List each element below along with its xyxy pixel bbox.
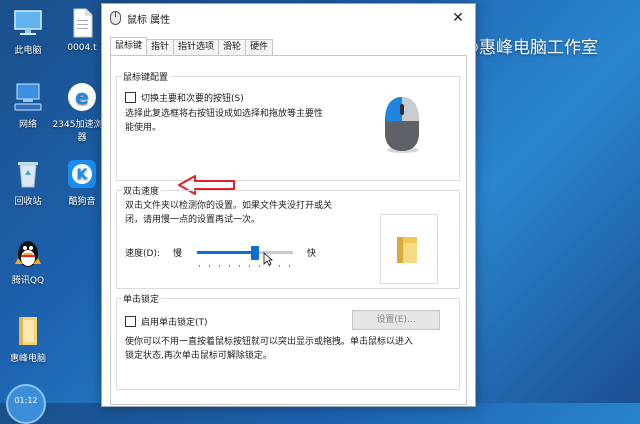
desktop-icon-recycle-bin[interactable]: 回收站 xyxy=(0,157,58,207)
desktop-icon-label: 此电脑 xyxy=(14,46,42,56)
click-lock-group: 单击锁定 启用单击锁定(T) 设置(E)... 使你可以不用一直按着鼠标按钮就可… xyxy=(116,292,460,390)
switch-buttons-label: 切换主要和次要的按钮(S) xyxy=(141,94,244,104)
desktop-icon-label: 0004.t xyxy=(67,43,97,53)
svg-text:K: K xyxy=(77,167,89,183)
desktop-icon-qq[interactable]: 腾讯QQ xyxy=(0,236,58,286)
tab-buttons[interactable]: 鼠标键 xyxy=(110,37,148,55)
double-click-test-area[interactable] xyxy=(380,214,438,284)
tab-panel-buttons: 鼠标键配置 切换主要和次要的按钮(S) 选择此复选框将右按钮设成如选择和拖放等主… xyxy=(110,55,467,405)
click-lock-row[interactable]: 启用单击锁定(T) xyxy=(125,315,208,328)
desktop-icon-folder[interactable]: 惠峰电脑 xyxy=(0,314,58,364)
browser-e-icon: e xyxy=(65,80,99,114)
mouse-cursor-icon xyxy=(263,252,274,269)
slider-ticks xyxy=(199,265,295,267)
speed-label: 速度(D): xyxy=(125,249,160,259)
click-lock-settings-button[interactable]: 设置(E)... xyxy=(352,310,440,330)
folder-icon xyxy=(11,314,45,348)
desktop-icon-network[interactable]: 网络 xyxy=(0,80,58,130)
slider-fill xyxy=(197,251,255,254)
desktop-icon-label: 酷狗音 xyxy=(68,197,96,207)
computer-icon xyxy=(11,6,45,40)
qq-penguin-icon xyxy=(11,236,45,270)
click-lock-desc-line1: 使你可以不用一直按着鼠标按钮就可以突出显示或拖拽。单击鼠标以进入 xyxy=(125,337,414,347)
recycle-bin-icon xyxy=(11,157,45,191)
tab-hardware[interactable]: 硬件 xyxy=(245,39,274,55)
desktop-icon-this-pc[interactable]: 此电脑 xyxy=(0,6,58,56)
button-config-description: 选择此复选框将右按钮设成如选择和拖放等主要性 能使用。 xyxy=(125,107,365,135)
button-config-group: 鼠标键配置 切换主要和次要的按钮(S) 选择此复选框将右按钮设成如选择和拖放等主… xyxy=(116,70,460,181)
tab-strip: 鼠标键 指针 指针选项 滑轮 硬件 xyxy=(110,37,274,55)
click-lock-title: 单击锁定 xyxy=(121,292,162,305)
mouse-app-icon xyxy=(110,11,121,25)
desktop-icon-label: 回收站 xyxy=(14,197,42,207)
network-icon xyxy=(11,80,45,114)
watermark-text: @惠峰电脑工作室 xyxy=(462,38,598,58)
click-lock-desc-line2: 锁定状态,再次单击鼠标可解除锁定。 xyxy=(125,351,272,361)
switch-buttons-checkbox[interactable] xyxy=(125,92,136,103)
click-lock-description: 使你可以不用一直按着鼠标按钮就可以突出显示或拖拽。单击鼠标以进入 锁定状态,再次… xyxy=(125,335,450,363)
test-folder-icon[interactable] xyxy=(394,235,422,268)
click-lock-label: 启用单击锁定(T) xyxy=(141,318,208,328)
title-bar[interactable]: 鼠标 属性 ✕ xyxy=(102,4,475,32)
double-click-desc-line2: 闭，请用慢一点的设置再试一次。 xyxy=(125,215,261,225)
tab-pointer-options[interactable]: 指针选项 xyxy=(173,39,220,55)
button-config-desc-line1: 选择此复选框将右按钮设成如选择和拖放等主要性 xyxy=(125,109,324,119)
double-click-description: 双击文件夹以检测你的设置。如果文件夹没打开或关 闭，请用慢一点的设置再试一次。 xyxy=(125,199,365,227)
slider-thumb[interactable] xyxy=(250,246,259,260)
dialog-title: 鼠标 属性 xyxy=(127,14,171,26)
mouse-properties-dialog: 鼠标 属性 ✕ 鼠标键 指针 指针选项 滑轮 硬件 鼠标键配置 切换主要和次要的… xyxy=(101,3,476,407)
desktop-icon-label: 网络 xyxy=(18,120,37,130)
desktop-icon-label: 腾讯QQ xyxy=(11,276,45,286)
slow-label: 慢 xyxy=(173,249,183,259)
button-config-desc-line2: 能使用。 xyxy=(125,123,162,133)
kugou-icon: K xyxy=(65,157,99,191)
close-button[interactable]: ✕ xyxy=(441,4,475,32)
text-file-icon xyxy=(65,6,99,40)
tab-wheel[interactable]: 滑轮 xyxy=(218,39,247,55)
clock-widget: 01:12 xyxy=(6,384,46,424)
double-click-desc-line1: 双击文件夹以检测你的设置。如果文件夹没打开或关 xyxy=(125,201,333,211)
double-click-group: 双击速度 双击文件夹以检测你的设置。如果文件夹没打开或关 闭，请用慢一点的设置再… xyxy=(116,184,460,289)
double-click-title: 双击速度 xyxy=(121,184,162,197)
mouse-illustration-icon xyxy=(381,95,423,158)
button-config-title: 鼠标键配置 xyxy=(121,70,171,83)
switch-buttons-row[interactable]: 切换主要和次要的按钮(S) xyxy=(125,91,244,104)
desktop-icon-label: 惠峰电脑 xyxy=(9,354,46,364)
click-lock-checkbox[interactable] xyxy=(125,316,136,327)
svg-text:e: e xyxy=(75,85,89,109)
tab-pointers[interactable]: 指针 xyxy=(146,39,175,55)
fast-label: 快 xyxy=(307,249,317,259)
